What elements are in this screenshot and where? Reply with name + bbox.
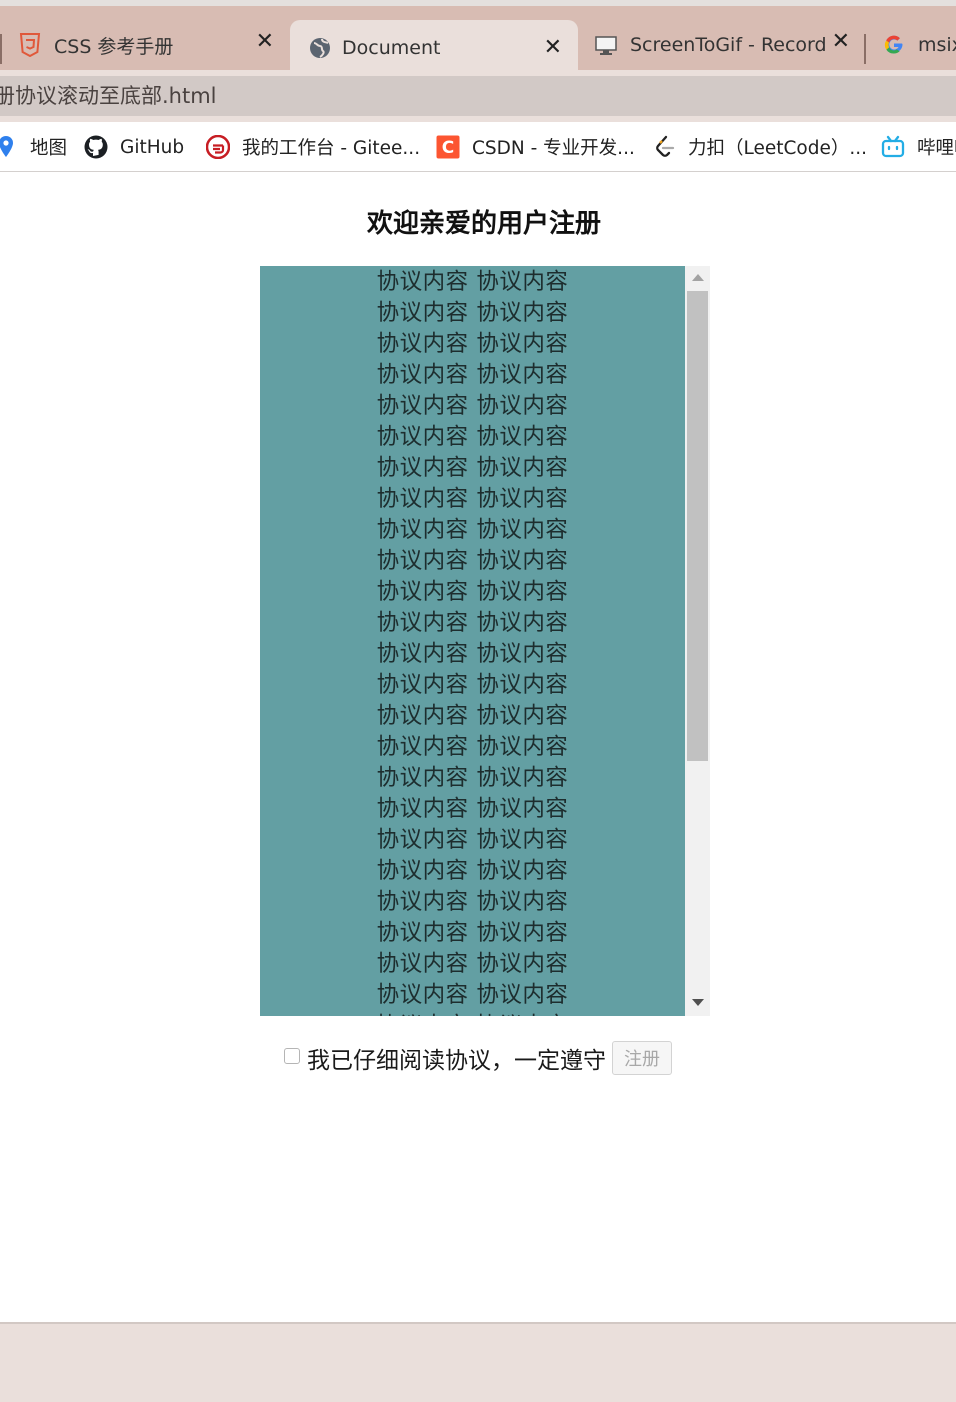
agreement-line: 协议内容 协议内容 [376,362,569,388]
bookmark-label: 力扣（LeetCode）... [688,138,868,159]
agreement-line: 协议内容 协议内容 [376,579,569,605]
tab-label: ScreenToGif - Record y [630,34,830,56]
agreement-content: 协议内容 协议内容 协议内容 协议内容 协议内容 协议内容 协议内容 协议内容 协议内容… [260,266,685,1016]
bookmark-leetcode[interactable]: 力扣（LeetCode）... [652,134,867,160]
agree-checkbox[interactable] [284,1048,300,1064]
bookmarks-bar: 地图 GitHub 我的工作台 - Gitee... C CSDN - 专业开发… [0,122,956,172]
agree-label: 我已仔细阅读协议，一定遵守 [307,1048,606,1074]
tab-msix[interactable]: msix [882,20,956,70]
address-bar[interactable]: 册协议滚动至底部.html [0,76,956,116]
agreement-line: 协议内容 协议内容 [376,517,569,543]
tab-label: CSS 参考手册 [54,35,174,58]
agreement-line: 协议内容 协议内容 [376,424,569,450]
agreement-line: 协议内容 协议内容 [376,920,569,946]
tab-document[interactable]: Document ✕ [290,20,578,70]
tab-label: msix [918,34,956,56]
bottom-window-area [0,1322,956,1402]
agreement-box[interactable]: 协议内容 协议内容 协议内容 协议内容 协议内容 协议内容 协议内容 协议内容 协议内容… [260,266,710,1016]
agreement-line: 协议内容 协议内容 [376,765,569,791]
bookmark-github[interactable]: GitHub [84,134,184,160]
agreement-scrollbar[interactable] [685,266,710,1016]
globe-icon [308,36,332,60]
agreement-line: 协议内容 协议内容 [376,796,569,822]
agreement-line: 协议内容 协议内容 [376,486,569,512]
bookmark-gitee[interactable]: 我的工作台 - Gitee... [206,134,420,160]
github-icon [84,135,108,159]
bookmark-label: GitHub [120,136,185,158]
bookmark-label: 我的工作台 - Gitee... [242,138,421,159]
tab-strip: CSS 参考手册 ✕ Document ✕ ScreenToGif - Reco… [0,0,956,70]
agreement-line: 协议内容 协议内容 [260,1011,685,1016]
agreement-line: 协议内容 协议内容 [376,827,569,853]
agreement-line: 协议内容 协议内容 [376,610,569,636]
bookmark-csdn[interactable]: C CSDN - 专业开发... [436,134,635,160]
gitee-icon [206,135,230,159]
agreement-line: 协议内容 协议内容 [376,548,569,574]
agreement-line: 协议内容 协议内容 [376,889,569,915]
agreement-line: 协议内容 协议内容 [376,858,569,884]
bookmark-label: 哔哩哔 [917,138,956,159]
bookmark-map[interactable]: 地图 [0,134,67,160]
address-bar-row: 册协议滚动至底部.html [0,70,956,122]
svg-text:C: C [442,138,454,158]
agreement-line: 协议内容 协议内容 [376,982,569,1008]
close-icon[interactable]: ✕ [256,30,274,54]
close-icon[interactable]: ✕ [832,30,850,54]
csdn-icon: C [436,135,460,159]
agree-row: 我已仔细阅读协议，一定遵守 注册 [284,1040,672,1076]
tab-screentogif[interactable]: ScreenToGif - Record y ✕ [594,20,860,70]
tab-separator [0,34,2,64]
close-icon[interactable]: ✕ [544,36,562,60]
register-button[interactable]: 注册 [612,1041,672,1075]
scroll-down-arrow-icon[interactable] [692,999,704,1006]
agreement-line: 协议内容 协议内容 [376,703,569,729]
tab-label: Document [342,37,441,59]
agreement-line: 协议内容 协议内容 [376,393,569,419]
bilibili-icon [881,135,905,159]
google-g-icon [882,33,906,57]
tab-css-reference[interactable]: CSS 参考手册 ✕ [18,20,288,70]
monitor-icon [594,33,618,57]
agreement-line: 协议内容 协议内容 [376,672,569,698]
page-title: 欢迎亲爱的用户注册 [366,209,601,239]
agreement-line: 协议内容 协议内容 [376,734,569,760]
bookmark-label: CSDN - 专业开发... [472,138,635,159]
scroll-thumb[interactable] [687,291,708,761]
agreement-line: 协议内容 协议内容 [376,331,569,357]
tab-separator [864,34,866,64]
agreement-line: 协议内容 协议内容 [376,641,569,667]
agreement-line: 协议内容 协议内容 [376,951,569,977]
html5-shield-icon [18,33,42,57]
scroll-up-arrow-icon[interactable] [692,274,704,281]
agreement-line: 协议内容 协议内容 [376,455,569,481]
agreement-line: 协议内容 协议内容 [376,269,569,295]
map-pin-icon [0,135,18,159]
leetcode-icon [652,135,676,159]
agreement-line: 协议内容 协议内容 [376,300,569,326]
bookmark-label: 地图 [30,138,68,159]
bookmark-bilibili[interactable]: 哔哩哔 [881,134,956,160]
